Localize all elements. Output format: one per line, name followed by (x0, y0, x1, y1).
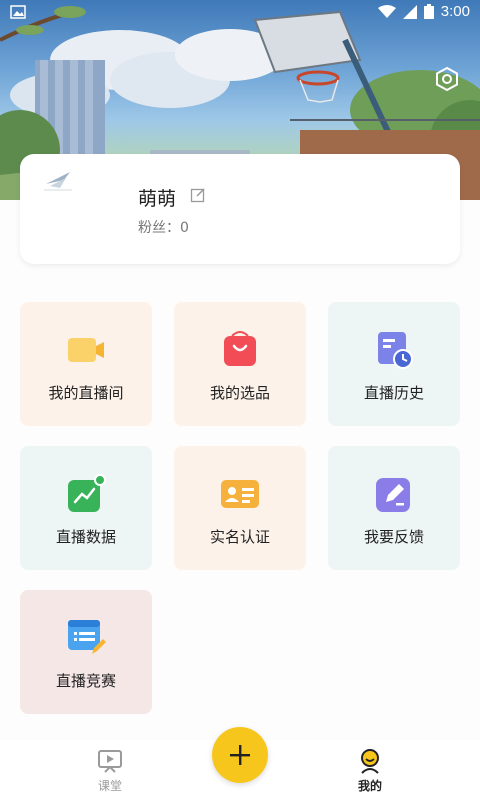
status-time: 3:00 (440, 3, 470, 20)
username: 萌萌 (138, 188, 177, 210)
menu-label: 直播历史 (363, 384, 424, 402)
profile-person-icon (361, 749, 379, 774)
classroom-play-icon (98, 750, 122, 773)
history-clock-icon (378, 332, 413, 369)
contest-document-icon (68, 620, 106, 654)
menu-live-contest[interactable]: 直播竞赛 (20, 590, 152, 714)
tab-mine-label: 我的 (357, 779, 382, 793)
shopping-bag-icon (224, 331, 256, 366)
settings-hexagon-icon[interactable] (434, 66, 460, 92)
profile-card: 萌萌 粉丝：0 (20, 154, 460, 264)
tab-course[interactable]: 课堂 (80, 748, 140, 794)
tab-course-label: 课堂 (97, 779, 122, 793)
image-notification-icon (10, 5, 26, 19)
menu-my-live-room[interactable]: 我的直播间 (20, 302, 152, 426)
menu-label: 我的选品 (209, 384, 270, 402)
menu-my-selection[interactable]: 我的选品 (174, 302, 306, 426)
id-card-icon (221, 480, 259, 508)
menu-label: 直播竞赛 (55, 672, 116, 690)
plus-icon (230, 745, 250, 765)
status-bar: 3:00 (0, 0, 480, 26)
video-camera-icon (68, 338, 104, 362)
menu-label: 我要反馈 (363, 528, 424, 546)
tab-mine[interactable]: 我的 (340, 748, 400, 794)
menu-label: 直播数据 (55, 528, 116, 546)
wifi-icon (377, 4, 396, 18)
menu-label: 我的直播间 (48, 384, 124, 402)
avatar[interactable] (44, 170, 74, 192)
menu-live-data[interactable]: 直播数据 (20, 446, 152, 570)
data-chart-icon (68, 474, 106, 512)
edit-name-icon[interactable] (190, 187, 206, 203)
menu-feedback[interactable]: 我要反馈 (328, 446, 460, 570)
menu-label: 实名认证 (209, 528, 270, 546)
battery-icon (423, 4, 434, 19)
menu-live-history[interactable]: 直播历史 (328, 302, 460, 426)
feedback-pencil-icon (376, 478, 410, 512)
menu-real-name-verification[interactable]: 实名认证 (174, 446, 306, 570)
add-button[interactable] (212, 727, 268, 783)
fans-count: 粉丝：0 (138, 220, 189, 236)
signal-icon (402, 4, 417, 19)
